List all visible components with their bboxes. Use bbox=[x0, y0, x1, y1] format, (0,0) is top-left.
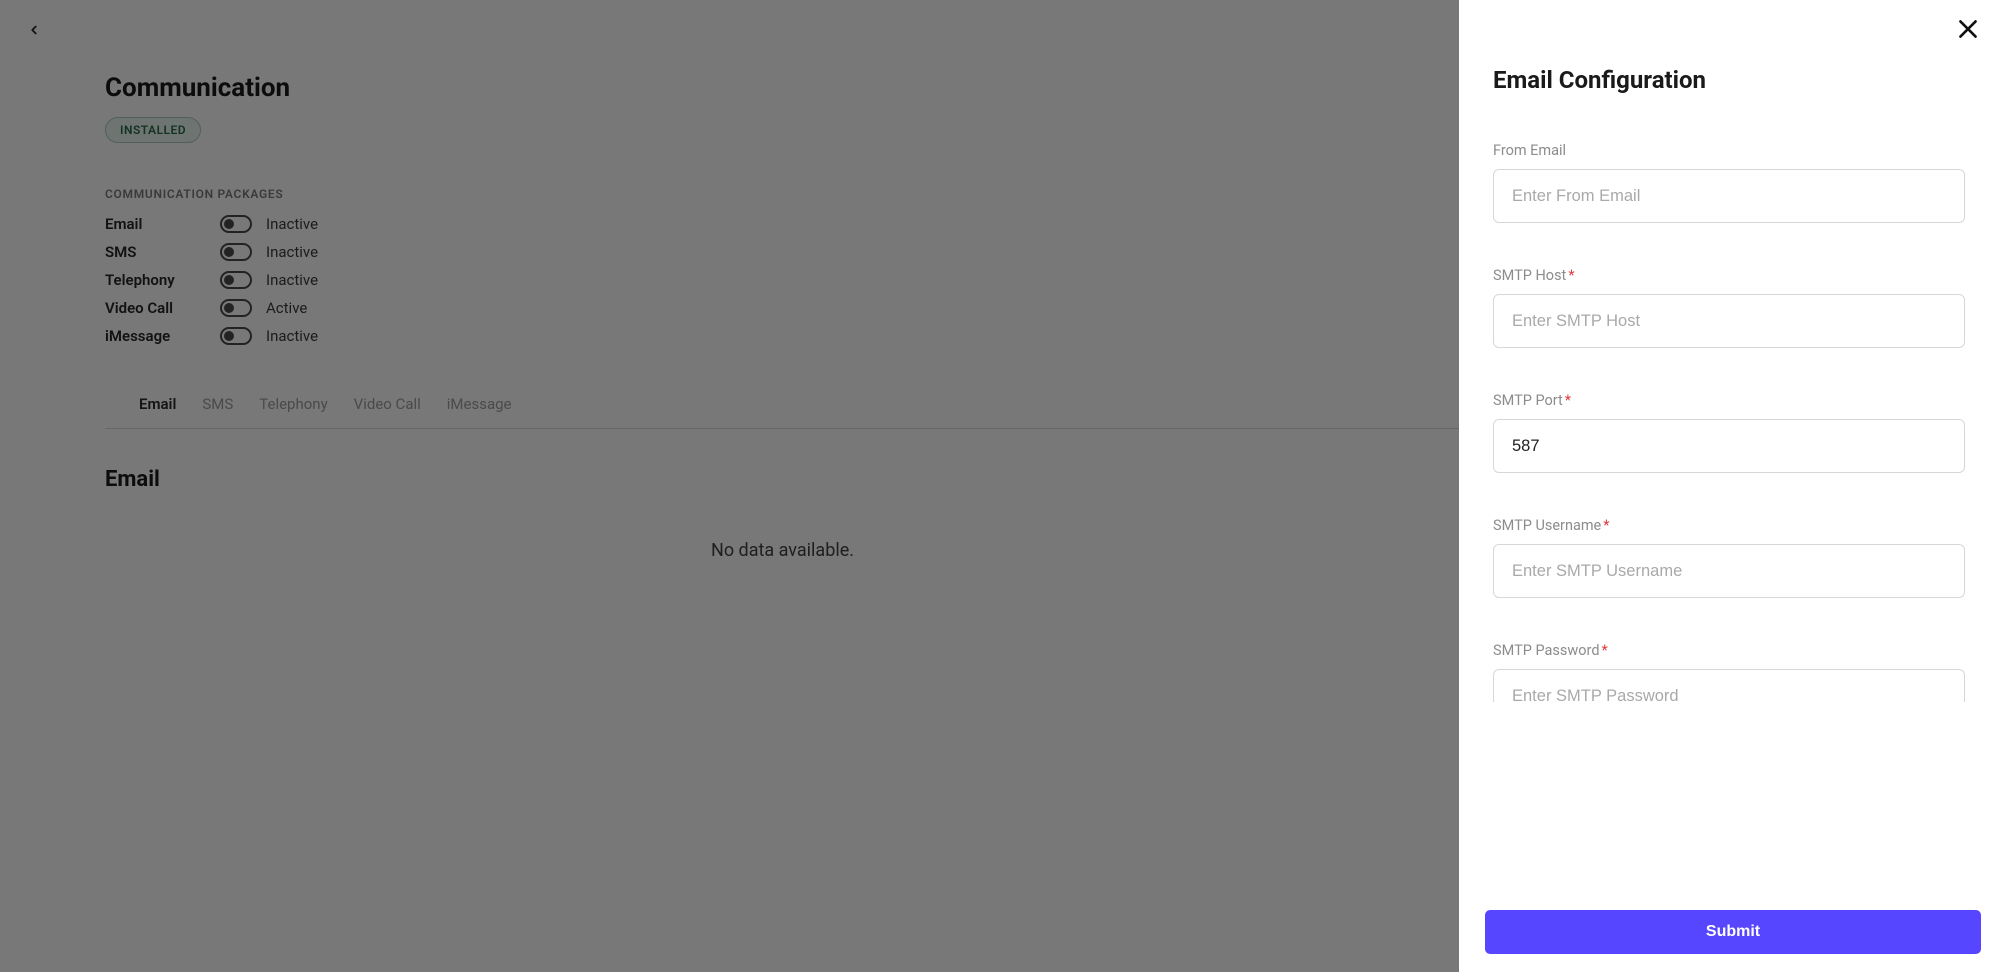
panel-title: Email Configuration bbox=[1493, 66, 1965, 94]
smtp-password-input[interactable] bbox=[1493, 669, 1965, 702]
submit-button[interactable]: Submit bbox=[1485, 910, 1981, 954]
smtp-username-label: SMTP Username* bbox=[1493, 517, 1965, 534]
smtp-host-input[interactable] bbox=[1493, 294, 1965, 348]
close-button[interactable] bbox=[1955, 16, 1981, 46]
smtp-password-label: SMTP Password* bbox=[1493, 642, 1965, 659]
from-email-input[interactable] bbox=[1493, 169, 1965, 223]
smtp-port-label: SMTP Port* bbox=[1493, 392, 1965, 409]
close-icon bbox=[1955, 16, 1981, 42]
smtp-port-input[interactable] bbox=[1493, 419, 1965, 473]
smtp-host-label: SMTP Host* bbox=[1493, 267, 1965, 284]
field-smtp-port: SMTP Port* bbox=[1493, 392, 1965, 473]
field-smtp-username: SMTP Username* bbox=[1493, 517, 1965, 598]
field-smtp-password: SMTP Password* bbox=[1493, 642, 1965, 702]
field-from-email: From Email bbox=[1493, 142, 1965, 223]
from-email-label: From Email bbox=[1493, 142, 1965, 159]
email-config-panel: Email Configuration From Email SMTP Host… bbox=[1459, 0, 1999, 972]
field-smtp-host: SMTP Host* bbox=[1493, 267, 1965, 348]
smtp-username-input[interactable] bbox=[1493, 544, 1965, 598]
